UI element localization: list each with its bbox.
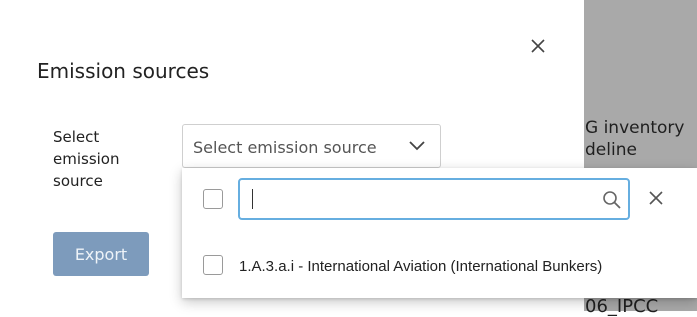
text-cursor <box>252 189 253 209</box>
clear-search-button[interactable] <box>645 187 667 209</box>
background-text: 06_IPCC <box>585 296 659 317</box>
chevron-down-icon <box>409 141 425 151</box>
modal-title: Emission sources <box>37 59 210 83</box>
field-label: Select emission source <box>53 128 120 190</box>
background-text: deline <box>585 140 637 160</box>
clear-icon <box>649 191 663 205</box>
select-all-checkbox[interactable] <box>203 189 223 209</box>
close-button[interactable] <box>525 33 551 59</box>
search-input[interactable] <box>248 186 592 214</box>
search-icon[interactable] <box>602 190 622 210</box>
option-checkbox[interactable] <box>203 255 223 275</box>
select-placeholder: Select emission source <box>193 138 377 157</box>
option-row[interactable]: 1.A.3.a.i - International Aviation (Inte… <box>182 244 697 284</box>
background-text: G inventory <box>585 118 685 138</box>
emission-source-select[interactable]: Select emission source <box>182 124 441 168</box>
export-button[interactable]: Export <box>53 232 149 276</box>
dropdown-search <box>238 178 630 220</box>
close-icon <box>531 39 545 53</box>
emission-source-dropdown: 1.A.3.a.i - International Aviation (Inte… <box>182 168 697 298</box>
option-label: 1.A.3.a.i - International Aviation (Inte… <box>239 258 603 275</box>
